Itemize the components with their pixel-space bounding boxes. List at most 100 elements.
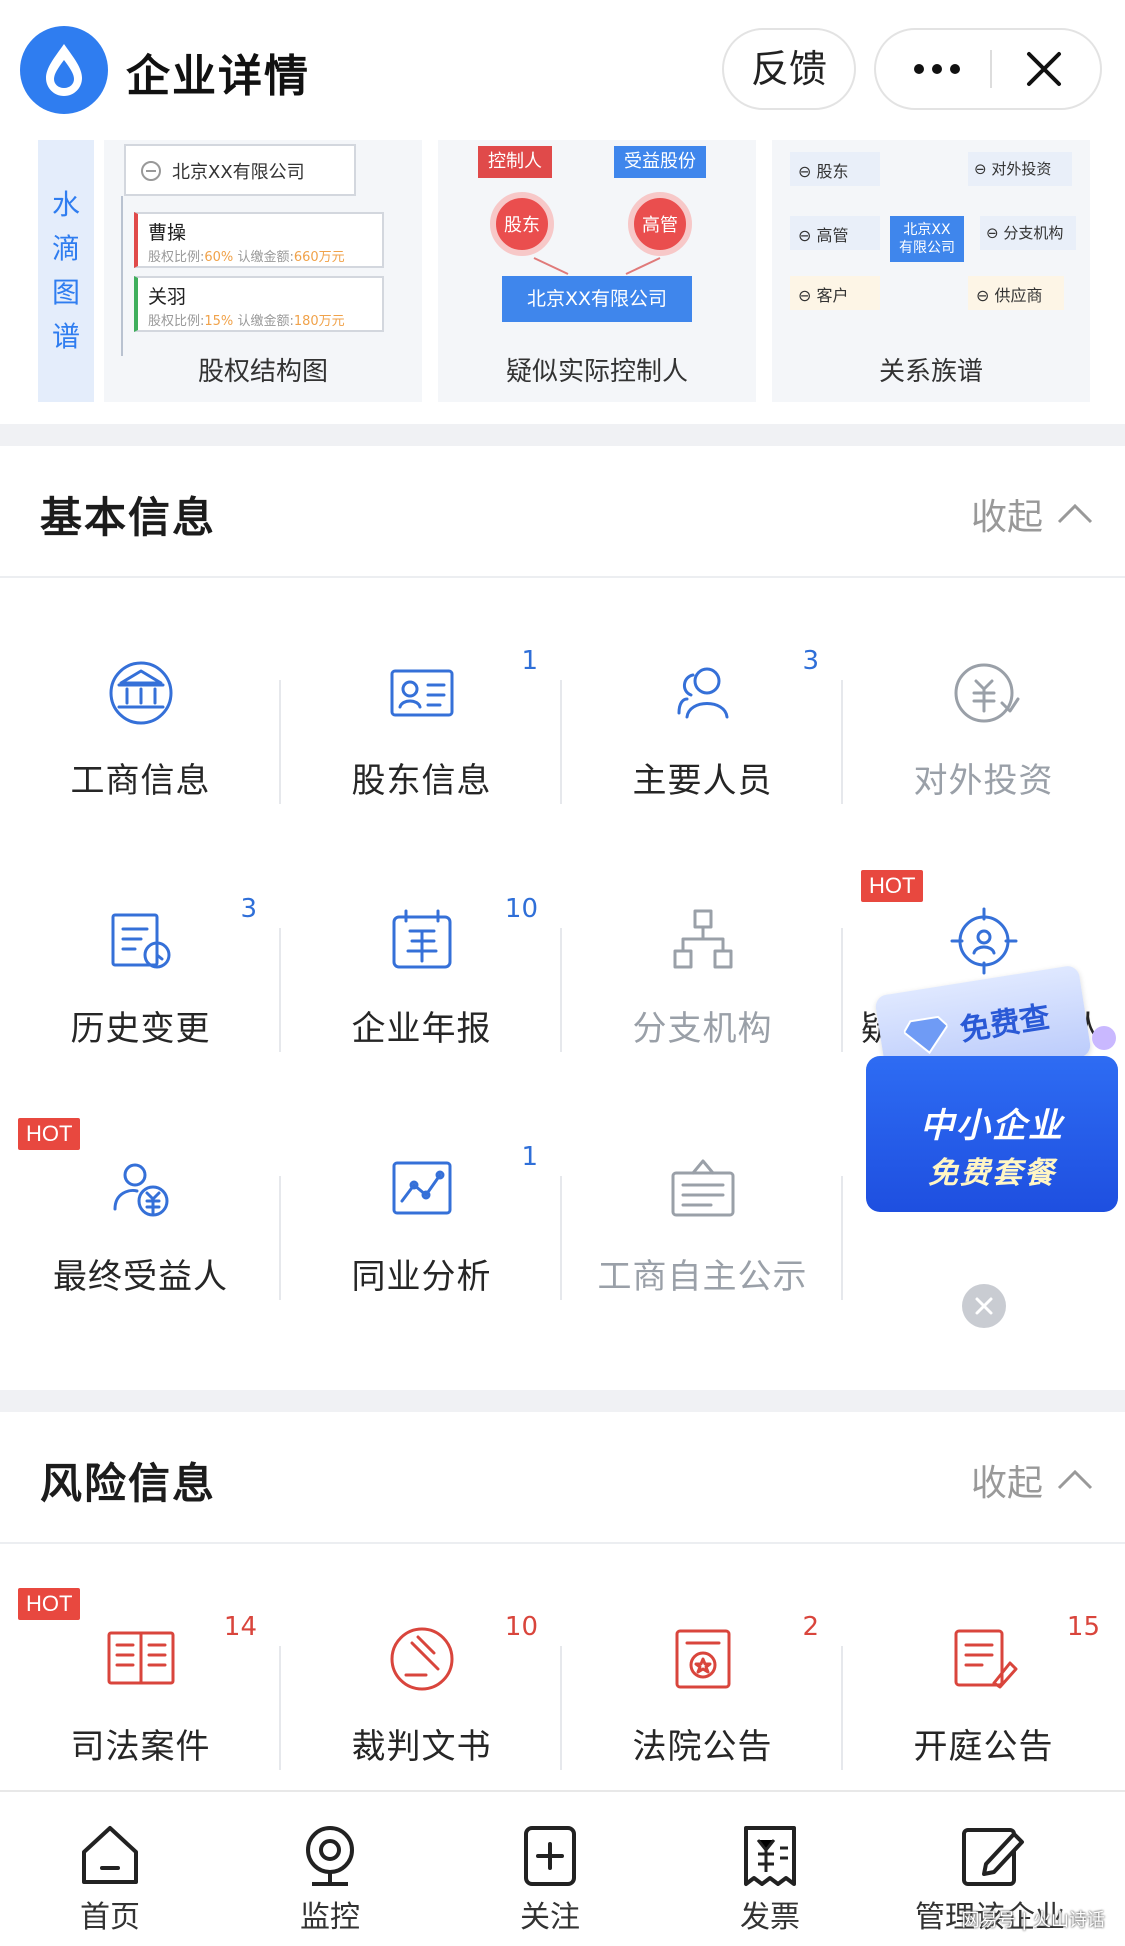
divider <box>0 1542 1125 1544</box>
nav-label: 发票 <box>740 1900 800 1935</box>
relation-node: ⊖ 股东 <box>790 152 880 186</box>
count-badge: 3 <box>802 646 819 676</box>
equity-row: 曹操 股权比例:60% 认缴金额:660万元 <box>134 212 384 268</box>
promo-package-box: 中小企业 免费套餐 <box>866 1056 1118 1212</box>
grid-item-司法案件[interactable]: 司法案件 14 HOT <box>0 1588 281 1794</box>
grid-item-工商信息[interactable]: 工商信息 <box>0 628 281 828</box>
capsule-divider <box>990 50 992 88</box>
grid-item-裁判文书[interactable]: 裁判文书 10 <box>281 1594 562 1794</box>
card-title: 股权结构图 <box>197 357 328 387</box>
grid-item-开庭公告[interactable]: 开庭公告 15 <box>843 1594 1124 1794</box>
grid-item-股东信息[interactable]: 股东信息 1 <box>281 628 562 828</box>
grid-item-最终受益人[interactable]: 最终受益人 HOT <box>0 1118 281 1324</box>
chevron-up-icon <box>1057 1469 1093 1490</box>
section-gap <box>0 424 1125 446</box>
relation-node: ⊖ 客户 <box>790 276 880 310</box>
nav-item-首页[interactable]: 首页 <box>0 1792 220 1946</box>
add-follow-icon <box>440 1816 660 1892</box>
graph-side-label: 水 滴 图 谱 <box>38 140 94 402</box>
relation-node: ⊖ 分支机构 <box>980 216 1076 250</box>
camera-icon <box>220 1816 440 1892</box>
grid-item-同业分析[interactable]: 同业分析 1 <box>281 1124 562 1324</box>
grid-item-label: 股东信息 <box>351 761 492 801</box>
divider <box>0 576 1125 578</box>
beneficiary-icon <box>0 1144 281 1234</box>
grid-item-label: 工商信息 <box>70 761 211 801</box>
relation-node: ⊖ 供应商 <box>968 276 1064 310</box>
grid-item-label: 法院公告 <box>632 1727 773 1767</box>
nav-label: 监控 <box>300 1900 360 1935</box>
grid-item-label: 司法案件 <box>70 1727 211 1767</box>
grid-item-label: 工商自主公示 <box>597 1257 808 1297</box>
nav-label: 首页 <box>80 1900 140 1935</box>
grid-item-主要人员[interactable]: 主要人员 3 <box>562 628 843 828</box>
grid-item-label: 最终受益人 <box>53 1257 228 1297</box>
nav-item-发票[interactable]: 发票 <box>660 1792 880 1946</box>
notice-board-icon <box>562 1144 843 1234</box>
count-badge: 3 <box>240 894 257 924</box>
chevron-up-icon <box>1057 503 1093 524</box>
cell-separator <box>841 1176 843 1300</box>
grid-item-对外投资[interactable]: 对外投资 <box>843 628 1124 828</box>
hot-badge: HOT <box>18 1118 81 1150</box>
water-drop-logo-icon <box>20 26 108 114</box>
close-icon[interactable] <box>1004 30 1084 108</box>
basic-info-title: 基本信息 <box>40 493 217 542</box>
grid-item-label: 同业分析 <box>351 1257 492 1297</box>
hot-badge: HOT <box>861 870 924 902</box>
grid-item-label: 历史变更 <box>70 1009 211 1049</box>
id-card-icon <box>281 648 562 738</box>
count-badge: 14 <box>223 1612 257 1642</box>
promo-close-icon[interactable] <box>962 1284 1006 1328</box>
app-header: 企业详情 反馈 <box>0 0 1125 140</box>
count-badge: 2 <box>802 1612 819 1642</box>
grid-item-企业年报[interactable]: 企业年报 10 <box>281 876 562 1076</box>
relation-node: ⊖ 对外投资 <box>968 152 1072 186</box>
card-title: 疑似实际控制人 <box>505 357 688 387</box>
grid-item-历史变更[interactable]: 历史变更 3 <box>0 876 281 1076</box>
grid-item-分支机构[interactable]: 分支机构 <box>562 876 843 1076</box>
risk-info-title: 风险信息 <box>40 1459 217 1508</box>
grid-item-label: 开庭公告 <box>913 1727 1054 1767</box>
grid-item-法院公告[interactable]: 法院公告 2 <box>562 1594 843 1794</box>
controller-company-box: 北京XX有限公司 <box>502 276 692 322</box>
page-title: 企业详情 <box>126 51 310 102</box>
investment-icon <box>843 648 1124 738</box>
home-icon <box>0 1816 220 1892</box>
nav-label: 关注 <box>520 1900 580 1935</box>
grid-item-工商自主公示[interactable]: 工商自主公示 <box>562 1124 843 1324</box>
sparkle-icon <box>1092 1026 1116 1050</box>
equity-structure-card[interactable]: 北京XX有限公司 曹操 股权比例:60% 认缴金额:660万元 关羽 股权比例:… <box>104 140 422 402</box>
grid-item-label: 对外投资 <box>913 761 1054 801</box>
grid-item-label: 裁判文书 <box>351 1727 492 1767</box>
feedback-button[interactable]: 反馈 <box>722 28 856 110</box>
relation-center-node: 北京XX 有限公司 <box>890 216 964 262</box>
invoice-icon <box>660 1816 880 1892</box>
actual-controller-card[interactable]: 控制人 受益股份 股东 高管 北京XX有限公司 疑似实际控制人 <box>438 140 756 402</box>
capsule-actions <box>874 28 1102 110</box>
grid-item-label: 主要人员 <box>632 761 773 801</box>
graph-banner: 水 滴 图 谱 北京XX有限公司 曹操 股权比例:60% 认缴金额:660万元 … <box>38 140 1090 402</box>
people-icon <box>562 648 843 738</box>
nav-item-监控[interactable]: 监控 <box>220 1792 440 1946</box>
relationship-card[interactable]: ⊖ 股东 ⊖ 对外投资 ⊖ 高管 北京XX 有限公司 ⊖ 分支机构 ⊖ 客户 ⊖… <box>772 140 1090 402</box>
bottom-nav: 首页 监控 关注 发票 管理该企业 网易号 | 火山诗话 <box>0 1790 1125 1946</box>
basic-collapse-button[interactable]: 收起 <box>971 488 1095 540</box>
edit-icon <box>880 1816 1100 1892</box>
card-title: 关系族谱 <box>878 357 983 387</box>
watermark: 网易号 | 火山诗话 <box>961 1910 1105 1931</box>
nav-item-关注[interactable]: 关注 <box>440 1792 660 1946</box>
section-gap <box>0 1390 1125 1412</box>
promo-banner[interactable]: 免费查 中小企业 免费套餐 <box>860 964 1124 1236</box>
more-icon[interactable] <box>902 30 972 108</box>
equity-row: 关羽 股权比例:15% 认缴金额:180万元 <box>134 276 384 332</box>
relation-node: ⊖ 高管 <box>790 216 880 250</box>
count-badge: 1 <box>521 646 538 676</box>
hot-badge: HOT <box>18 1588 81 1620</box>
risk-collapse-button[interactable]: 收起 <box>971 1454 1095 1506</box>
equity-company-box: 北京XX有限公司 <box>124 144 356 196</box>
court-notice-icon <box>562 1614 843 1704</box>
target-person-icon <box>843 896 1124 986</box>
count-badge: 1 <box>521 1142 538 1172</box>
analysis-chart-icon <box>281 1144 562 1234</box>
